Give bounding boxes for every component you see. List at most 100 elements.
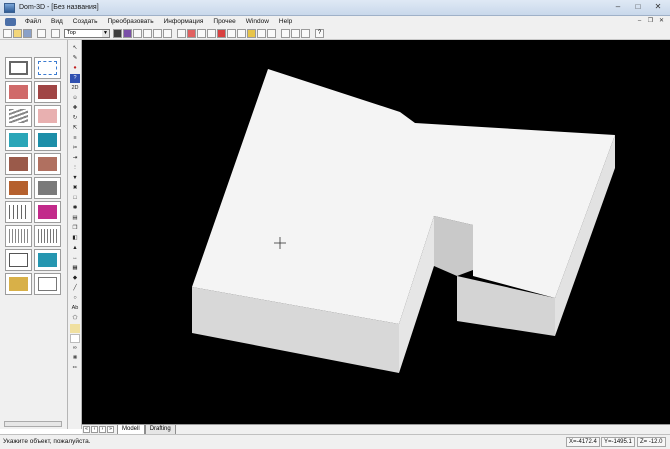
align-icon[interactable]: ≡ — [70, 134, 80, 143]
group-icon[interactable]: □ — [70, 194, 80, 203]
brick-tool[interactable] — [5, 177, 32, 199]
menu-transform[interactable]: Преобразовать — [102, 16, 158, 27]
explode-icon[interactable]: ✱ — [70, 204, 80, 213]
ortho-icon[interactable] — [187, 28, 196, 38]
undo-icon[interactable] — [37, 28, 46, 38]
stair-tool[interactable] — [5, 105, 32, 127]
person-icon[interactable]: ☺ — [70, 94, 80, 103]
circle-icon[interactable]: ○ — [70, 294, 80, 303]
wall-tool[interactable] — [5, 57, 32, 79]
mirror-icon[interactable] — [237, 28, 246, 38]
view-2d-button[interactable]: 2D — [70, 84, 80, 93]
text-tool-button[interactable]: Ab — [70, 304, 80, 313]
hatch-tool-icon[interactable]: ▦ — [70, 264, 80, 273]
extend-icon[interactable]: ⇥ — [70, 154, 80, 163]
cabinet-tool[interactable] — [5, 249, 32, 271]
label-icon[interactable]: ▲ — [70, 244, 80, 253]
trim-icon[interactable]: ✂ — [70, 144, 80, 153]
glass-door-tool[interactable] — [5, 129, 32, 151]
menu-view[interactable]: Вид — [46, 16, 68, 27]
railing-tool[interactable] — [5, 201, 32, 223]
menu-window[interactable]: Window — [241, 16, 274, 27]
menu-file[interactable]: Файл — [20, 16, 46, 27]
save-icon[interactable] — [23, 28, 32, 38]
doc-restore-icon[interactable]: ❐ — [646, 17, 655, 25]
section-icon[interactable]: ◧ — [70, 234, 80, 243]
model-canvas[interactable] — [82, 40, 670, 424]
tab-modell[interactable]: Modell — [117, 424, 145, 435]
minimize-icon[interactable]: – — [612, 2, 624, 12]
roof-tool[interactable] — [5, 153, 32, 175]
dimension-icon[interactable]: ↔ — [70, 254, 80, 263]
layer-icon[interactable]: ▤ — [70, 214, 80, 223]
floor-tool[interactable] — [34, 201, 61, 223]
doc-minimize-icon[interactable]: – — [635, 17, 644, 25]
zoom-window-icon[interactable] — [123, 28, 132, 38]
cut-icon[interactable]: ✖ — [70, 184, 80, 193]
measure-icon[interactable] — [207, 28, 216, 38]
door-tool[interactable] — [34, 81, 61, 103]
grid-icon[interactable] — [197, 28, 206, 38]
3d-viewport[interactable] — [82, 40, 670, 424]
rotate-icon[interactable]: ↻ — [70, 114, 80, 123]
line-icon[interactable]: ╱ — [70, 284, 80, 293]
roof-gable-tool[interactable] — [34, 153, 61, 175]
zoom-out-icon[interactable] — [153, 28, 162, 38]
render-icon[interactable] — [113, 28, 122, 38]
prev-tab-icon[interactable]: ‹ — [91, 426, 98, 433]
edit-icon[interactable]: ✎ — [70, 54, 80, 63]
snap-icon[interactable] — [177, 28, 186, 38]
color-icon[interactable] — [70, 324, 80, 333]
help-icon[interactable]: ? — [315, 28, 324, 38]
hatch-icon[interactable] — [281, 28, 290, 38]
view-select[interactable]: Top ▼ — [64, 28, 110, 38]
properties-icon[interactable] — [257, 28, 266, 38]
copy-object-icon[interactable]: ❐ — [70, 224, 80, 233]
record-icon[interactable]: ● — [70, 64, 80, 73]
zoom-all-icon[interactable] — [133, 28, 142, 38]
last-tab-icon[interactable]: » — [107, 426, 114, 433]
beam-tool[interactable] — [5, 273, 32, 295]
pen-icon[interactable] — [247, 28, 256, 38]
document-icon[interactable] — [5, 17, 16, 26]
next-tab-icon[interactable]: › — [99, 426, 106, 433]
balcony-door-tool[interactable] — [34, 249, 61, 271]
first-tab-icon[interactable]: « — [83, 426, 90, 433]
tab-drafting[interactable]: Drafting — [144, 424, 176, 435]
gable-tool[interactable] — [34, 105, 61, 127]
window-tool[interactable] — [5, 81, 32, 103]
eyedropper-icon[interactable]: ✏ — [70, 364, 80, 373]
pointer-icon[interactable]: ↖ — [70, 44, 80, 53]
table-icon[interactable] — [267, 28, 276, 38]
room-tool[interactable] — [34, 57, 61, 79]
symbol-icon[interactable]: ◆ — [70, 274, 80, 283]
scale-icon[interactable]: ⇱ — [70, 124, 80, 133]
menu-other[interactable]: Прочее — [208, 16, 240, 27]
doc-close-icon[interactable]: ✕ — [657, 17, 666, 25]
array-icon[interactable]: ⋮ — [70, 164, 80, 173]
maximize-icon[interactable]: □ — [632, 2, 644, 12]
menu-info[interactable]: Информация — [159, 16, 209, 27]
menu-create[interactable]: Создать — [68, 16, 103, 27]
glass-window-tool[interactable] — [34, 129, 61, 151]
copy-icon[interactable] — [227, 28, 236, 38]
paint-icon[interactable]: ❋ — [70, 354, 80, 363]
polygon-icon[interactable]: ⬠ — [70, 314, 80, 323]
pan-icon[interactable] — [163, 28, 172, 38]
slab-tool[interactable] — [34, 177, 61, 199]
box-tool[interactable] — [34, 273, 61, 295]
close-icon[interactable]: ✕ — [652, 2, 664, 12]
move-icon[interactable]: ✚ — [70, 104, 80, 113]
new-file-icon[interactable] — [3, 28, 12, 38]
light-icon[interactable] — [301, 28, 310, 38]
fill-icon[interactable] — [70, 334, 80, 343]
fence-tool[interactable] — [34, 225, 61, 247]
stair-railing-tool[interactable] — [5, 225, 32, 247]
layers-icon[interactable] — [51, 28, 60, 38]
menu-help[interactable]: Help — [274, 16, 297, 27]
delete-icon[interactable] — [217, 28, 226, 38]
filter-icon[interactable]: ▼ — [70, 174, 80, 183]
link-icon[interactable]: ∞ — [70, 344, 80, 353]
help-book-icon[interactable]: ? — [70, 74, 80, 83]
zoom-in-icon[interactable] — [143, 28, 152, 38]
